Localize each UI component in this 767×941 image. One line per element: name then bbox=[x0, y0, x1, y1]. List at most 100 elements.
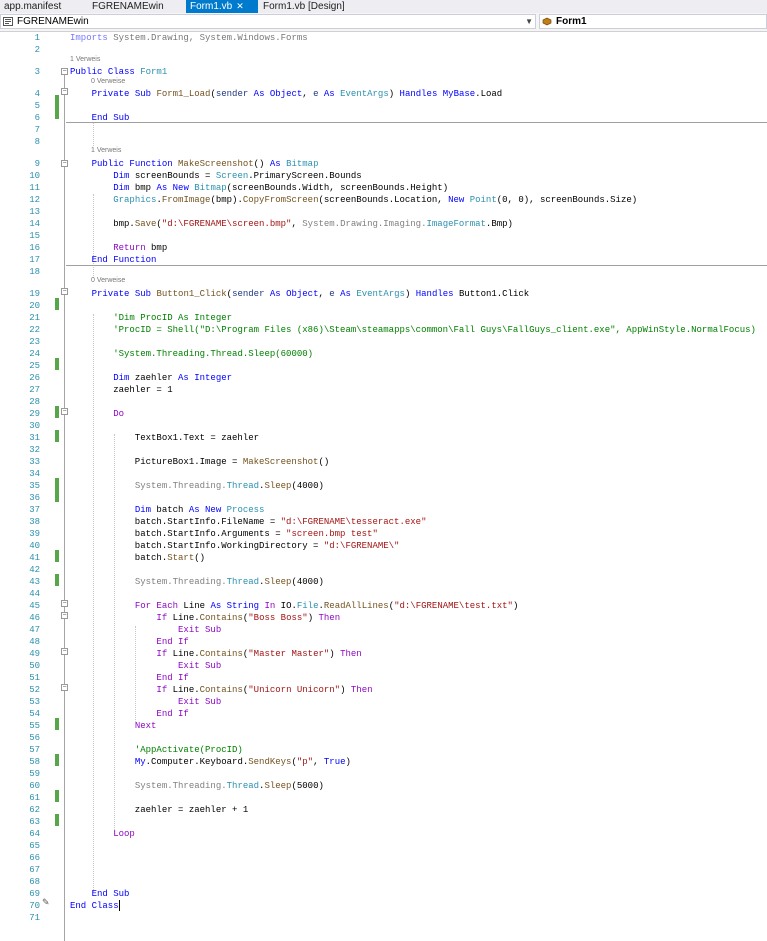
code-line[interactable]: 'ProcID = Shell("D:\Program Files (x86)\… bbox=[70, 324, 756, 336]
code-token: MyBase bbox=[442, 89, 476, 99]
fold-toggle[interactable]: − bbox=[61, 600, 68, 607]
code-token: ReadAllLines bbox=[323, 601, 389, 611]
code-line[interactable]: Private Sub Button1_Click(sender As Obje… bbox=[70, 288, 530, 300]
code-line[interactable]: TextBox1.Text = zaehler bbox=[70, 432, 259, 444]
code-line[interactable]: System.Threading.Thread.Sleep(5000) bbox=[70, 780, 324, 792]
fold-toggle[interactable]: − bbox=[61, 160, 68, 167]
code-line[interactable]: batch.Start() bbox=[70, 552, 205, 564]
code-line[interactable]: Exit Sub bbox=[70, 696, 221, 708]
code-line[interactable]: End Sub bbox=[70, 112, 130, 124]
code-editor[interactable]: − − − − − − − − − 1 Verweis 0 Verweise 1… bbox=[0, 32, 767, 941]
code-line[interactable]: My.Computer.Keyboard.SendKeys("p", True) bbox=[70, 756, 351, 768]
change-marker bbox=[55, 814, 59, 826]
code-line[interactable]: batch.StartInfo.Arguments = "screen.bmp … bbox=[70, 528, 378, 540]
code-line[interactable]: End If bbox=[70, 708, 188, 720]
code-line[interactable]: PictureBox1.Image = MakeScreenshot() bbox=[70, 456, 329, 468]
code-token: Graphics bbox=[113, 195, 157, 205]
code-token: Process bbox=[226, 505, 265, 515]
line-number: 35 bbox=[29, 481, 40, 491]
line-number: 24 bbox=[29, 349, 40, 359]
code-line[interactable]: batch.StartInfo.FileName = "d:\FGRENAME\… bbox=[70, 516, 427, 528]
fold-toggle[interactable]: − bbox=[61, 68, 68, 75]
code-line[interactable]: Return bmp bbox=[70, 242, 167, 254]
code-line[interactable]: Private Sub Form1_Load(sender As Object,… bbox=[70, 88, 503, 100]
code-line[interactable]: Graphics.FromImage(bmp).CopyFromScreen(s… bbox=[70, 194, 637, 206]
code-line[interactable]: End Sub bbox=[70, 888, 130, 900]
code-line[interactable]: 'AppActivate(ProcID) bbox=[70, 744, 243, 756]
code-line[interactable]: batch.StartInfo.WorkingDirectory = "d:\F… bbox=[70, 540, 400, 552]
fold-toggle[interactable]: − bbox=[61, 648, 68, 655]
fold-toggle[interactable]: − bbox=[61, 288, 68, 295]
code-line[interactable]: Public Function MakeScreenshot() As Bitm… bbox=[70, 158, 319, 170]
tab-form1-vb[interactable]: Form1.vb ✕ bbox=[186, 0, 258, 13]
fold-toggle[interactable]: − bbox=[61, 612, 68, 619]
code-line[interactable]: Do bbox=[70, 408, 124, 420]
code-line[interactable]: Next bbox=[70, 720, 157, 732]
line-number: 50 bbox=[29, 661, 40, 671]
code-line[interactable]: zaehler = 1 bbox=[70, 384, 173, 396]
code-lens-references[interactable]: 1 Verweis bbox=[70, 56, 100, 64]
line-number: 12 bbox=[29, 195, 40, 205]
code-line[interactable]: Dim screenBounds = Screen.PrimaryScreen.… bbox=[70, 170, 361, 182]
code-token: Exit Sub bbox=[178, 625, 222, 635]
code-line[interactable]: For Each Line As String In IO.File.ReadA… bbox=[70, 600, 519, 612]
tab-fgrenamewin[interactable]: FGRENAMEwin bbox=[88, 0, 186, 13]
line-number: 22 bbox=[29, 325, 40, 335]
code-token: (bmp). bbox=[210, 195, 243, 205]
code-token: "p" bbox=[296, 757, 314, 767]
line-number: 30 bbox=[29, 421, 40, 431]
fold-toggle[interactable]: − bbox=[61, 408, 68, 415]
code-token: "Master Master" bbox=[248, 649, 330, 659]
code-line[interactable]: End If bbox=[70, 672, 188, 684]
code-line[interactable]: End If bbox=[70, 636, 188, 648]
code-line[interactable]: Exit Sub bbox=[70, 660, 221, 672]
code-lens-references[interactable]: 0 Verweise bbox=[91, 277, 125, 285]
code-lens-references[interactable]: 1 Verweis bbox=[91, 147, 121, 155]
code-line[interactable]: If Line.Contains("Boss Boss") Then bbox=[70, 612, 340, 624]
code-line[interactable]: End Class bbox=[70, 900, 120, 912]
code-line[interactable]: End Function bbox=[70, 254, 157, 266]
code-line[interactable]: Dim zaehler As Integer bbox=[70, 372, 232, 384]
code-token: zaehler = 1 bbox=[70, 385, 173, 395]
code-line[interactable]: zaehler = zaehler + 1 bbox=[70, 804, 248, 816]
tab-form1-design[interactable]: Form1.vb [Design] bbox=[259, 0, 347, 13]
tab-label: app.manifest bbox=[4, 1, 62, 12]
code-token: (screenBounds.Location, bbox=[318, 195, 449, 205]
code-line[interactable]: System.Threading.Thread.Sleep(4000) bbox=[70, 576, 324, 588]
code-token: As bbox=[323, 89, 335, 99]
code-line[interactable]: System.Threading.Thread.Sleep(4000) bbox=[70, 480, 324, 492]
code-line[interactable]: Public Class Form1 bbox=[70, 66, 167, 78]
tab-app-manifest[interactable]: app.manifest bbox=[0, 0, 94, 13]
code-line[interactable]: Imports System.Drawing, System.Windows.F… bbox=[70, 32, 308, 44]
code-token: Public bbox=[70, 67, 103, 77]
code-line[interactable]: If Line.Contains("Master Master") Then bbox=[70, 648, 361, 660]
code-line[interactable]: Exit Sub bbox=[70, 624, 221, 636]
code-token: Then bbox=[350, 685, 373, 695]
code-line[interactable]: Loop bbox=[70, 828, 135, 840]
fold-toggle[interactable]: − bbox=[61, 88, 68, 95]
code-token: (0, 0), screenBounds.Size) bbox=[496, 195, 638, 205]
code-token: Thread bbox=[226, 781, 260, 791]
code-token: (4000) bbox=[291, 481, 324, 491]
member-dropdown[interactable]: Form1 bbox=[539, 14, 767, 29]
change-marker bbox=[55, 95, 59, 107]
line-number: 60 bbox=[29, 781, 40, 791]
fold-toggle[interactable]: − bbox=[61, 684, 68, 691]
code-line[interactable]: Dim batch As New Process bbox=[70, 504, 265, 516]
code-line[interactable]: 'Dim ProcID As Integer bbox=[70, 312, 232, 324]
chevron-down-icon[interactable]: ▼ bbox=[525, 15, 533, 28]
close-icon[interactable]: ✕ bbox=[236, 1, 244, 11]
code-lens-references[interactable]: 0 Verweise bbox=[91, 78, 125, 86]
code-line[interactable]: If Line.Contains("Unicorn Unicorn") Then bbox=[70, 684, 373, 696]
line-number: 18 bbox=[29, 267, 40, 277]
code-line[interactable]: bmp.Save("d:\FGRENAME\screen.bmp", Syste… bbox=[70, 218, 513, 230]
project-dropdown[interactable]: FGRENAMEwin ▼ bbox=[0, 14, 536, 29]
code-line[interactable]: Dim bmp As New Bitmap(screenBounds.Width… bbox=[70, 182, 448, 194]
code-line[interactable]: 'System.Threading.Thread.Sleep(60000) bbox=[70, 348, 313, 360]
code-token: batch.StartInfo.WorkingDirectory = bbox=[70, 541, 324, 551]
